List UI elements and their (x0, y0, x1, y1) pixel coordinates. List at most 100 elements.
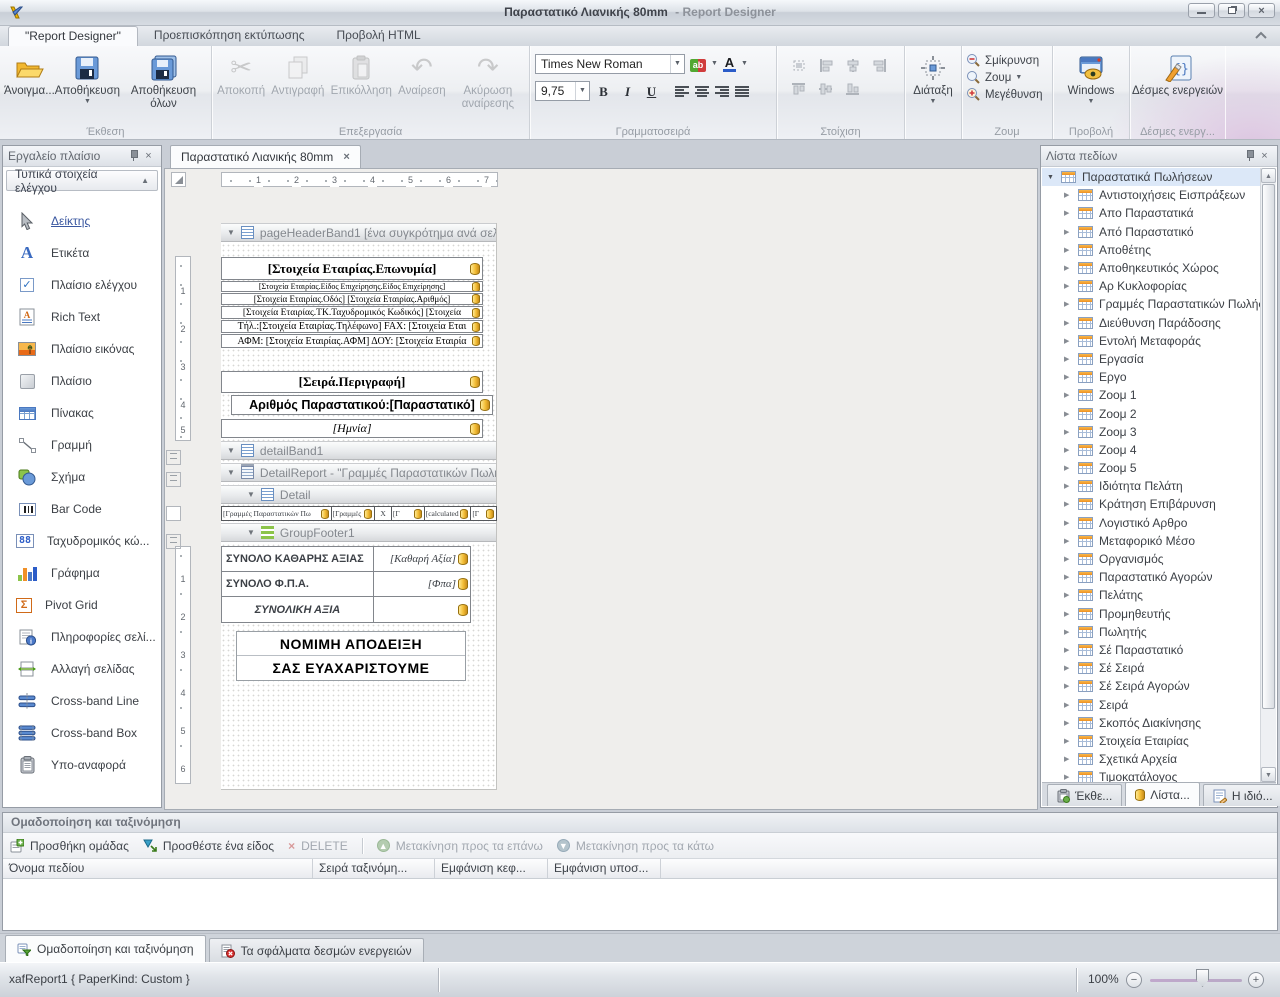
toolbox-item-barcode[interactable]: Bar Code (3, 493, 161, 525)
field-tree-item[interactable]: ▶Ζοομ 2 (1042, 404, 1276, 422)
scrollbar-thumb[interactable] (1262, 184, 1275, 709)
toolbox-item-zipcode[interactable]: 88 Ταχυδρομικός κώ... (3, 525, 161, 557)
detail-band-bar[interactable]: ▼ detailBand1 (221, 441, 496, 460)
tab-html-view[interactable]: Προβολή HTML (321, 26, 437, 46)
column-field-name[interactable]: Όνομα πεδίου (3, 859, 313, 878)
report-canvas[interactable]: ▼ pageHeaderBand1 [ένα συγκρότημα ανά σε… (221, 223, 497, 790)
zoom-out-button[interactable]: Σμίκρυνση (962, 52, 1052, 69)
field-tree-item[interactable]: ▶Ζοομ 4 (1042, 441, 1276, 459)
italic-button[interactable]: I (617, 81, 638, 101)
save-button[interactable]: Αποθήκευση ▼ (55, 46, 120, 111)
toolbox-item-chart[interactable]: Γράφημα (3, 557, 161, 589)
tree-expand-icon[interactable]: ▶ (1064, 482, 1072, 490)
tree-expand-icon[interactable]: ▶ (1064, 664, 1072, 672)
company-street-label[interactable]: [Στοιχεία Εταιρίας.Οδός] [Στοιχεία Εταιρ… (221, 293, 483, 305)
detail-sub-band-bar[interactable]: ▼ Detail (221, 485, 496, 504)
tree-expand-icon[interactable]: ▶ (1064, 355, 1072, 363)
field-tree-item[interactable]: ▶Σχετικά Αρχεία (1042, 750, 1276, 768)
detail-report-band-bar[interactable]: ▼ DetailReport - "Γραμμές Παραστατικών Π… (221, 463, 496, 482)
zoom-in-button[interactable]: Μεγέθυνση (962, 86, 1052, 103)
tree-expand-icon[interactable]: ▶ (1064, 464, 1072, 472)
series-description-label[interactable]: [Σειρά.Περιγραφή] (221, 371, 483, 393)
field-tree-item[interactable]: ▶Ζοομ 1 (1042, 386, 1276, 404)
band-handle[interactable] (166, 472, 181, 487)
date-label[interactable]: [Ημνία] (221, 419, 483, 438)
field-tree-item[interactable]: ▶Απο Παραστατικά (1042, 204, 1276, 222)
field-tree-item[interactable]: ▶Μεταφορικό Μέσο (1042, 532, 1276, 550)
field-tree-item[interactable]: ▶Ζοομ 3 (1042, 423, 1276, 441)
detail-cell[interactable]: [calculated (425, 507, 472, 520)
dock-tab-field-list[interactable]: Λίστα... (1125, 782, 1200, 806)
legal-line-2[interactable]: ΣΑΣ ΕΥΑΧΑΡΙΣΤΟΥΜΕ (237, 656, 465, 680)
field-tree-item[interactable]: ▶Αποθέτης (1042, 241, 1276, 259)
tab-script-errors[interactable]: Τα σφάλματα δεσμών ενεργειών (209, 938, 424, 962)
tree-expand-icon[interactable]: ▶ (1064, 610, 1072, 618)
group-footer-band-bar[interactable]: ▼ GroupFooter1 (221, 523, 496, 542)
field-tree-item[interactable]: ▶Στοιχεία Εταιρίας (1042, 732, 1276, 750)
toolbox-item-subreport[interactable]: Υπο-αναφορά (3, 749, 161, 781)
field-tree-item[interactable]: ▶Ιδιότητα Πελάτη (1042, 477, 1276, 495)
column-sort-order[interactable]: Σειρά ταξινόμη... (313, 859, 435, 878)
field-tree-item[interactable]: ▶Τιμοκατάλογος (1042, 768, 1276, 782)
tree-expand-icon[interactable]: ▶ (1064, 391, 1072, 399)
tree-expand-icon[interactable]: ▶ (1064, 209, 1072, 217)
windows-button[interactable]: Windows ▼ (1053, 46, 1129, 106)
highlight-dropdown-icon[interactable]: ▼ (711, 60, 718, 68)
field-tree-item[interactable]: ▶Σειρά (1042, 695, 1276, 713)
field-tree-item[interactable]: ▶Παραστατικό Αγορών (1042, 568, 1276, 586)
field-tree-item[interactable]: ▶Σκοπός Διακίνησης (1042, 714, 1276, 732)
tree-expand-icon[interactable]: ▶ (1064, 500, 1072, 508)
field-tree-item[interactable]: ▶Εντολή Μεταφοράς (1042, 332, 1276, 350)
field-list-scrollbar[interactable]: ▲ ▼ (1260, 168, 1276, 782)
tree-expand-icon[interactable]: ▶ (1064, 519, 1072, 527)
toolbox-item-shape[interactable]: Σχήμα (3, 461, 161, 493)
toolbox-item-picturebox[interactable]: Πλαίσιο εικόνας (3, 333, 161, 365)
tree-expand-icon[interactable]: ▶ (1064, 555, 1072, 563)
toolbox-item-label[interactable]: A Ετικέτα (3, 237, 161, 269)
save-dropdown-icon[interactable]: ▼ (84, 98, 91, 106)
document-number-label[interactable]: Αριθμός Παραστατικού:[Παραστατικό] (231, 395, 493, 415)
band-handle[interactable] (166, 506, 181, 521)
detail-cell[interactable]: [Γ (392, 507, 425, 520)
totals-table[interactable]: ΣΥΝΟΛΟ ΚΑΘΑΡΗΣ ΑΞΙΑΣ [Καθαρή Αξία] ΣΥΝΟΛ… (221, 546, 471, 623)
tree-expand-icon[interactable]: ▶ (1064, 719, 1072, 727)
tab-grouping-sorting[interactable]: Ομαδοποίηση και ταξινόμηση (5, 935, 206, 962)
font-color-dropdown-icon[interactable]: ▼ (741, 60, 748, 68)
scroll-up-icon[interactable]: ▲ (1261, 168, 1276, 183)
company-zip-label[interactable]: [Στοιχεία Εταιρίας.ΤΚ.Ταχυδρομικός Κωδικ… (221, 306, 483, 319)
field-tree-item[interactable]: ▶Οργανισμός (1042, 550, 1276, 568)
add-group-button[interactable]: Προσθήκη ομάδας (10, 839, 129, 853)
bold-button[interactable]: B (593, 81, 614, 101)
grouping-empty-body[interactable] (3, 879, 1277, 930)
field-tree-item[interactable]: ▶Κράτηση Επιβάρυνση (1042, 495, 1276, 513)
tree-expand-icon[interactable]: ▶ (1064, 682, 1072, 690)
category-collapse-icon[interactable]: ▲ (141, 176, 149, 185)
tree-expand-icon[interactable]: ▶ (1064, 319, 1072, 327)
zoom-in-status-button[interactable]: + (1248, 972, 1264, 988)
tree-expand-icon[interactable]: ▶ (1064, 410, 1072, 418)
company-phone-label[interactable]: Τήλ.:[Στοιχεία Εταιρίας.Τηλέφωνο] FAX: [… (221, 320, 483, 333)
band-collapse-icon[interactable]: ▼ (227, 468, 235, 477)
zoom-dropdown-icon[interactable]: ▼ (1015, 74, 1022, 82)
scripts-button[interactable]: {} Δέσμες ενεργειών (1130, 46, 1225, 98)
toolbox-item-panel[interactable]: Πλαίσιο (3, 365, 161, 397)
document-tab[interactable]: Παραστατικό Λιανικής 80mm × (170, 145, 361, 168)
total-net-row[interactable]: ΣΥΝΟΛΟ ΚΑΘΑΡΗΣ ΑΞΙΑΣ [Καθαρή Αξία] (222, 547, 470, 572)
company-type-label[interactable]: [Στοιχεία Εταιρίας.Είδος Επιχείρησης.Είδ… (221, 281, 483, 292)
toolbox-item-pagebreak[interactable]: Αλλαγή σελίδας (3, 653, 161, 685)
field-list-close-icon[interactable]: × (1257, 149, 1272, 164)
tree-expand-icon[interactable]: ▶ (1064, 300, 1072, 308)
detail-cell[interactable]: [Γραμμές (332, 507, 376, 520)
tree-expand-icon[interactable]: ▶ (1064, 537, 1072, 545)
tree-expand-icon[interactable]: ▶ (1064, 701, 1072, 709)
tree-expand-icon[interactable]: ▶ (1064, 628, 1072, 636)
scroll-down-icon[interactable]: ▼ (1261, 767, 1276, 782)
toolbox-category[interactable]: Τυπικά στοιχεία ελέγχου ▲ (6, 170, 158, 191)
windows-dropdown-icon[interactable]: ▼ (1088, 98, 1095, 106)
band-collapse-icon[interactable]: ▼ (247, 528, 255, 537)
legal-line-1[interactable]: ΝΟΜΙΜΗ ΑΠΟΔΕΙΞΗ (237, 632, 465, 656)
font-name-dropdown-icon[interactable]: ▼ (670, 55, 684, 73)
field-tree-item[interactable]: ▶Σέ Σειρά (1042, 659, 1276, 677)
toolbox-item-table[interactable]: Πίνακας (3, 397, 161, 429)
document-tab-close-icon[interactable]: × (343, 146, 349, 168)
